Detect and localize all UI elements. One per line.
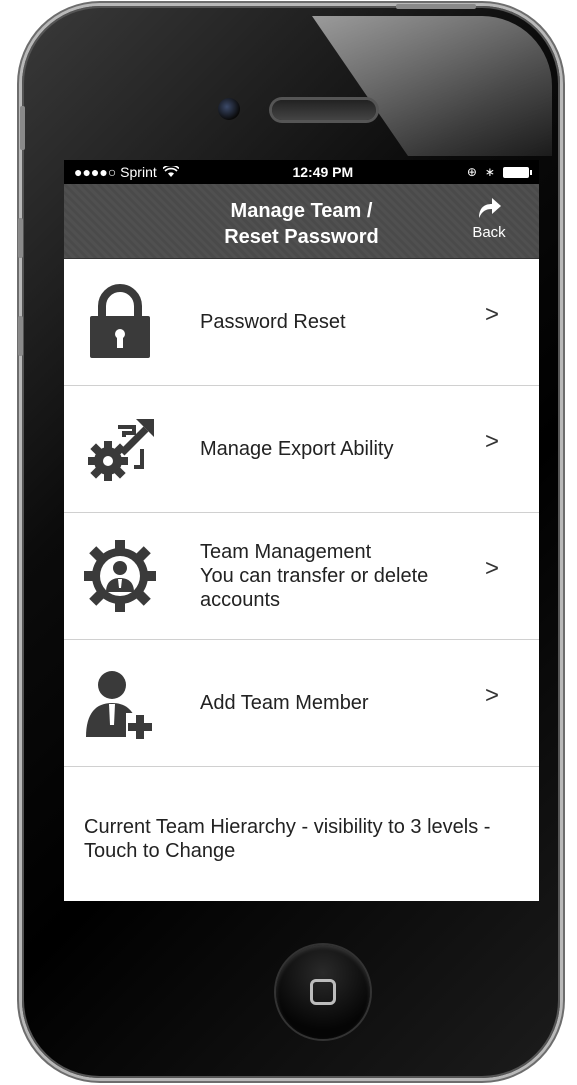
export-gear-icon bbox=[88, 419, 154, 481]
chevron-right-icon: > bbox=[484, 682, 499, 709]
status-bar: ●●●●○ Sprint 12:49 PM ⊕ ∗ bbox=[64, 160, 539, 184]
sleep-wake-button[interactable] bbox=[396, 4, 476, 9]
volume-down-button[interactable] bbox=[18, 316, 23, 356]
menu-title: Team Management bbox=[200, 541, 372, 563]
home-square-icon bbox=[310, 979, 336, 1005]
menu-list: Password Reset > Manage Export Ability >… bbox=[64, 259, 539, 767]
team-hierarchy-link[interactable]: Current Team Hierarchy - visibility to 3… bbox=[64, 767, 539, 863]
volume-up-button[interactable] bbox=[18, 218, 23, 258]
phone-glare bbox=[312, 16, 552, 156]
add-user-icon bbox=[86, 671, 154, 741]
menu-label: Team Management You can transfer or dele… bbox=[200, 540, 479, 612]
chevron-right-icon: > bbox=[484, 301, 499, 328]
menu-label: Manage Export Ability bbox=[200, 438, 394, 460]
menu-item-password-reset[interactable]: Password Reset > bbox=[64, 259, 539, 386]
front-camera bbox=[218, 98, 240, 120]
wifi-icon bbox=[162, 166, 179, 177]
chevron-right-icon: > bbox=[484, 555, 499, 582]
menu-item-team-management[interactable]: Team Management You can transfer or dele… bbox=[64, 513, 539, 640]
lock-icon bbox=[90, 284, 150, 358]
mute-switch[interactable] bbox=[20, 106, 25, 150]
app-screen: ●●●●○ Sprint 12:49 PM ⊕ ∗ Manage Team / … bbox=[64, 160, 539, 901]
bluetooth-icon: ∗ bbox=[484, 165, 495, 179]
menu-sublabel: You can transfer or delete accounts bbox=[200, 565, 429, 611]
home-button[interactable] bbox=[276, 945, 370, 1039]
status-time: 12:49 PM bbox=[292, 164, 354, 180]
menu-item-manage-export[interactable]: Manage Export Ability > bbox=[64, 386, 539, 513]
share-arrow-icon bbox=[479, 198, 501, 218]
menu-label: Password Reset bbox=[200, 311, 346, 333]
back-label: Back bbox=[472, 224, 506, 241]
menu-item-add-team-member[interactable]: Add Team Member > bbox=[64, 640, 539, 767]
orientation-lock-icon: ⊕ bbox=[466, 165, 477, 179]
navigation-bar: Manage Team / Reset Password Back bbox=[64, 184, 539, 259]
carrier-label: ●●●●○ Sprint bbox=[74, 164, 157, 180]
menu-label: Add Team Member bbox=[200, 692, 369, 714]
earpiece-speaker bbox=[272, 100, 376, 120]
chevron-right-icon: > bbox=[484, 428, 499, 455]
team-gear-icon bbox=[84, 540, 156, 612]
back-button[interactable]: Back bbox=[463, 194, 515, 250]
battery-icon bbox=[502, 166, 532, 178]
